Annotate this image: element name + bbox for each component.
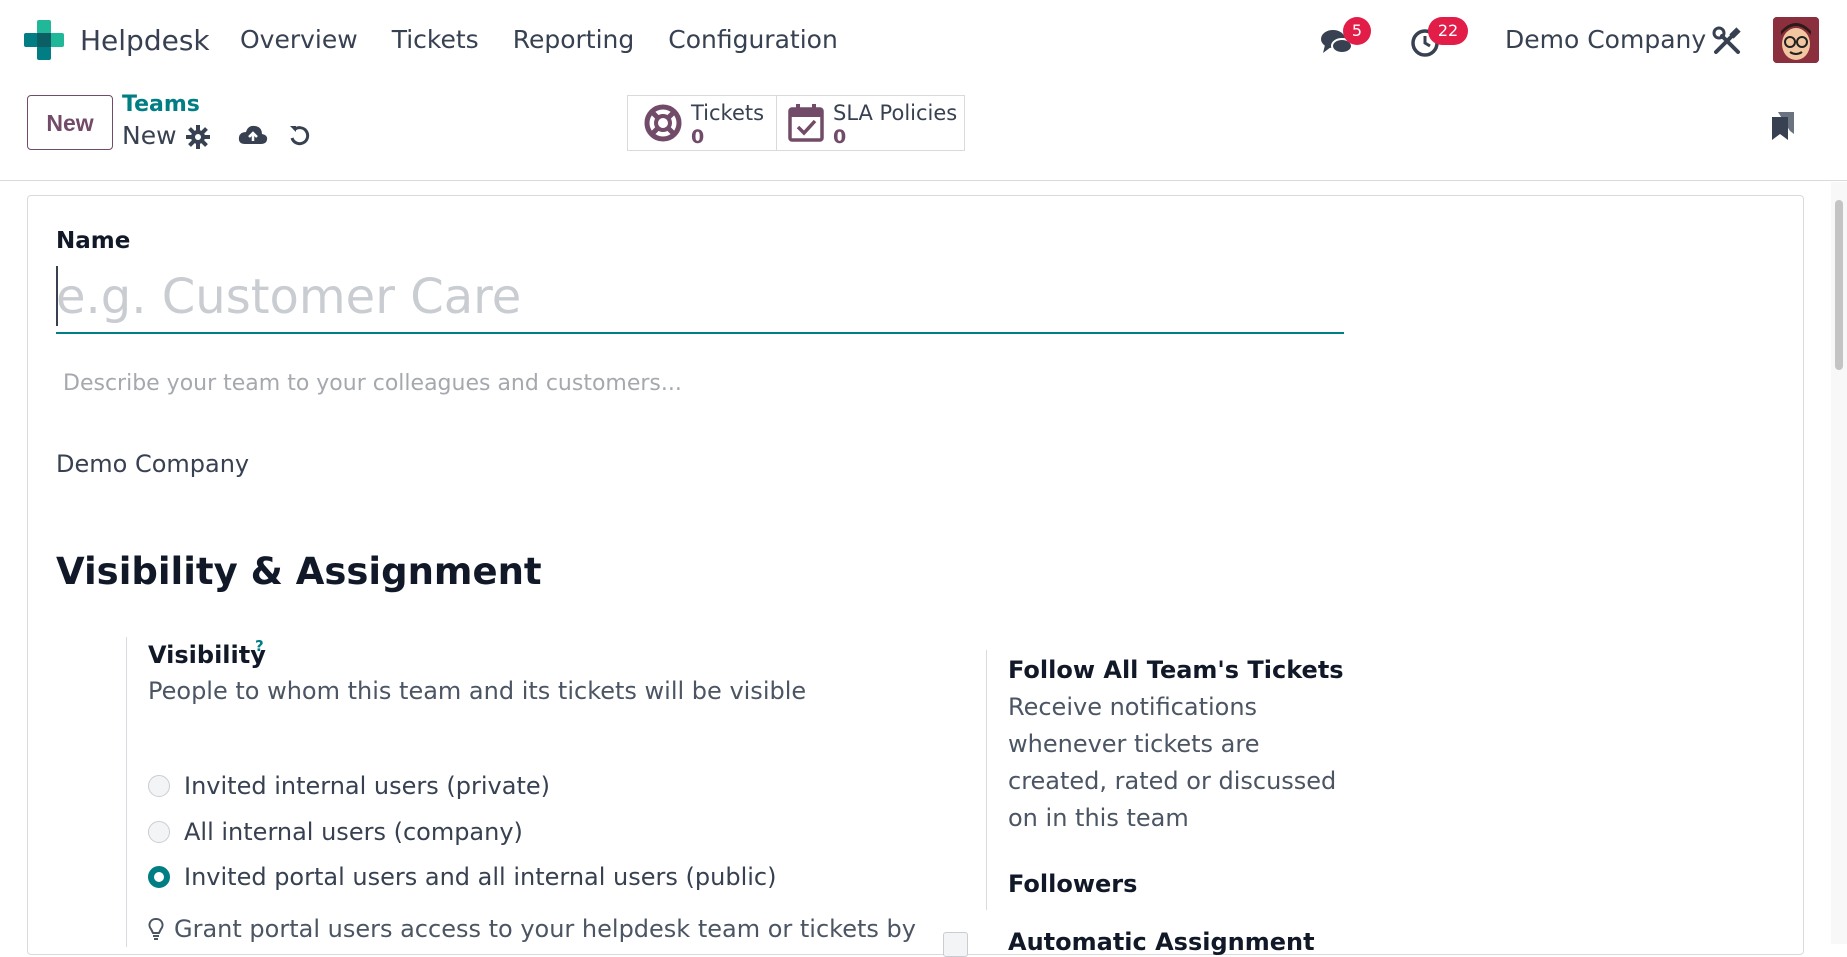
radio-public-label: Invited portal users and all internal us… <box>184 863 777 891</box>
menu-item-configuration[interactable]: Configuration <box>668 24 838 56</box>
activities-count-badge: 22 <box>1428 17 1468 45</box>
activities-button[interactable]: 22 <box>1410 17 1468 64</box>
lightbulb-icon <box>148 918 164 940</box>
avatar-face-icon <box>1773 17 1819 63</box>
messages-count-badge: 5 <box>1343 17 1371 45</box>
menu-item-tickets[interactable]: Tickets <box>392 24 479 56</box>
follow-group-border <box>986 650 987 910</box>
user-avatar[interactable] <box>1773 17 1819 63</box>
radio-company[interactable] <box>148 821 170 843</box>
radio-private[interactable] <box>148 775 170 797</box>
visibility-option-public[interactable]: Invited portal users and all internal us… <box>148 863 776 891</box>
team-description-input[interactable] <box>56 365 1344 401</box>
followers-label: Followers <box>1008 870 1138 898</box>
visibility-option-private[interactable]: Invited internal users (private) <box>148 772 550 800</box>
gear-icon[interactable] <box>186 125 210 149</box>
main-menu: Overview Tickets Reporting Configuration <box>240 24 872 56</box>
company-field[interactable]: Demo Company <box>56 450 249 478</box>
smart-button-tickets[interactable]: Tickets 0 <box>627 95 777 151</box>
automatic-assignment-label: Automatic Assignment <box>1008 928 1315 956</box>
visibility-tip-text: Grant portal users access to your helpde… <box>174 915 916 943</box>
scrollbar-thumb[interactable] <box>1835 200 1843 370</box>
radio-private-label: Invited internal users (private) <box>184 772 550 800</box>
name-label: Name <box>56 228 131 254</box>
radio-public[interactable] <box>148 866 170 888</box>
radio-company-label: All internal users (company) <box>184 818 523 846</box>
smart-button-tickets-value: 0 <box>691 126 705 148</box>
breadcrumb-current: New <box>122 121 177 150</box>
visibility-help-text: People to whom this team and its tickets… <box>148 677 807 705</box>
app-brand[interactable]: Helpdesk <box>24 20 210 60</box>
follow-all-tickets-label: Follow All Team's Tickets <box>1008 656 1344 684</box>
new-button[interactable]: New <box>27 95 113 150</box>
app-name: Helpdesk <box>80 23 210 57</box>
menu-item-overview[interactable]: Overview <box>240 24 358 56</box>
visibility-group-border <box>126 637 127 947</box>
visibility-label: Visibility <box>148 641 266 669</box>
undo-icon[interactable] <box>288 124 312 148</box>
top-navbar: Helpdesk Overview Tickets Reporting Conf… <box>0 0 1847 80</box>
menu-item-reporting[interactable]: Reporting <box>513 24 635 56</box>
visibility-help-tooltip[interactable]: ? <box>255 637 264 655</box>
lifebuoy-icon <box>644 104 682 142</box>
section-title-visibility-assignment: Visibility & Assignment <box>56 550 542 593</box>
visibility-option-company[interactable]: All internal users (company) <box>148 818 523 846</box>
smart-button-sla-label: SLA Policies <box>833 101 958 125</box>
follow-all-tickets-checkbox[interactable] <box>943 932 968 957</box>
text-caret <box>56 266 58 326</box>
messages-button[interactable]: 5 <box>1320 17 1371 64</box>
bookmark-icon[interactable] <box>1770 110 1796 142</box>
smart-button-sla-policies[interactable]: SLA Policies 0 <box>776 95 965 151</box>
company-switcher[interactable]: Demo Company <box>1505 24 1706 56</box>
smart-button-tickets-label: Tickets <box>691 101 765 125</box>
tools-icon[interactable] <box>1712 26 1742 56</box>
follow-all-tickets-help: Receive notifications whenever tickets a… <box>1008 693 1337 832</box>
breadcrumb-teams[interactable]: Teams <box>122 92 200 117</box>
cloud-upload-icon[interactable] <box>238 124 268 148</box>
control-panel-divider <box>0 180 1847 181</box>
visibility-tip: Grant portal users access to your helpde… <box>148 915 916 943</box>
smart-button-sla-value: 0 <box>833 126 847 148</box>
helpdesk-logo-icon <box>24 20 64 60</box>
team-name-input[interactable] <box>56 262 1344 334</box>
calendar-check-icon <box>788 104 824 142</box>
